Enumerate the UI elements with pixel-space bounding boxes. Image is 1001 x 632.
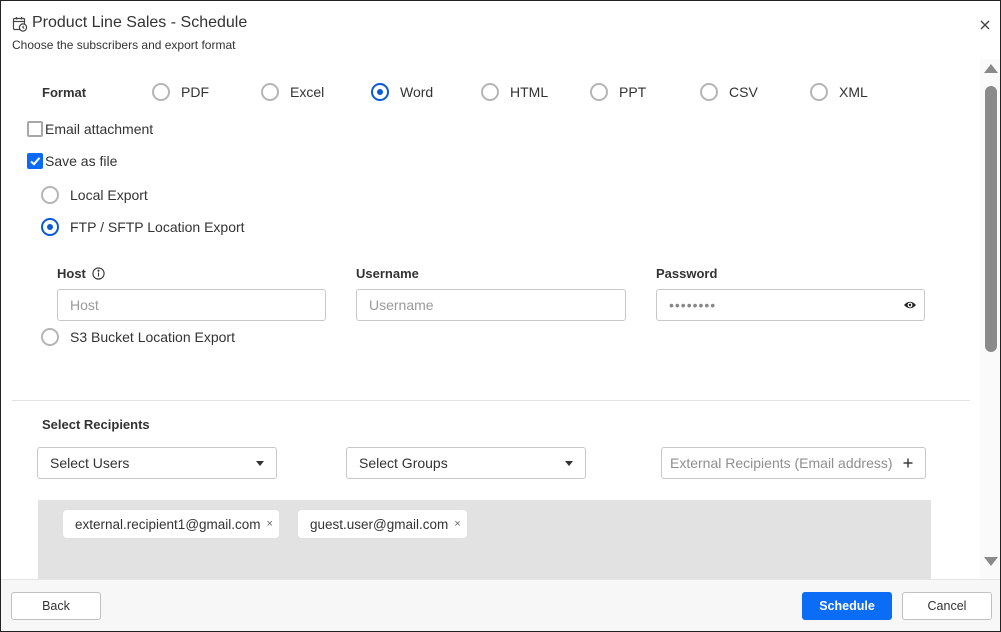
location-option-label: S3 Bucket Location Export [70, 329, 235, 345]
format-option-label: HTML [510, 84, 549, 100]
save-as-file-checkbox[interactable]: Save as file [27, 153, 117, 169]
plus-icon[interactable] [901, 456, 915, 470]
calendar-clock-icon [12, 16, 28, 32]
email-attachment-checkbox[interactable]: Email attachment [27, 121, 153, 137]
username-field[interactable] [356, 289, 626, 321]
external-recipients-field[interactable] [661, 447, 926, 479]
radio-circle[interactable] [41, 186, 59, 204]
radio-circle[interactable] [261, 83, 279, 101]
dialog-header: Product Line Sales - Schedule Choose the… [1, 1, 1000, 59]
format-radio-xml[interactable]: XML [810, 83, 868, 101]
format-option-label: PDF [181, 84, 209, 100]
checkbox-box-checked[interactable] [27, 153, 43, 169]
format-radio-html[interactable]: HTML [481, 83, 548, 101]
select-groups-dropdown[interactable]: Select Groups [346, 447, 586, 479]
radio-circle[interactable] [590, 83, 608, 101]
back-button[interactable]: Back [11, 592, 101, 620]
checkbox-label: Save as file [45, 153, 118, 169]
cancel-button[interactable]: Cancel [902, 592, 992, 620]
chevron-down-icon [256, 461, 264, 466]
schedule-dialog: Product Line Sales - Schedule Choose the… [0, 0, 1001, 632]
close-icon[interactable] [977, 17, 993, 33]
eye-icon[interactable] [903, 298, 917, 312]
radio-circle[interactable] [41, 328, 59, 346]
host-input[interactable] [70, 297, 325, 313]
format-option-label: PPT [619, 84, 647, 100]
format-radio-ppt[interactable]: PPT [590, 83, 646, 101]
format-option-label: Excel [290, 84, 325, 100]
username-input[interactable] [369, 297, 625, 313]
radio-circle-selected[interactable] [41, 218, 59, 236]
password-label: Password [656, 266, 718, 281]
chip-remove-icon[interactable]: × [267, 518, 273, 530]
select-users-dropdown[interactable]: Select Users [37, 447, 277, 479]
chip-email: external.recipient1@gmail.com [75, 516, 261, 532]
recipient-chip: external.recipient1@gmail.com × [63, 510, 279, 538]
dropdown-label: Select Users [50, 455, 130, 471]
dialog-subtitle: Choose the subscribers and export format [12, 38, 236, 52]
location-option-label: FTP / SFTP Location Export [70, 219, 245, 235]
scroll-down-arrow-icon[interactable] [984, 557, 998, 566]
format-option-label: XML [839, 84, 868, 100]
format-radio-word[interactable]: Word [371, 83, 433, 101]
radio-circle-selected[interactable] [371, 83, 389, 101]
scroll-up-arrow-icon[interactable] [984, 64, 998, 73]
vertical-scrollbar[interactable] [980, 59, 1000, 579]
dialog-title: Product Line Sales - Schedule [32, 14, 248, 31]
host-label: Host [57, 266, 105, 283]
section-divider [12, 400, 970, 401]
external-recipients-input[interactable] [670, 455, 900, 471]
recipient-chips-area: external.recipient1@gmail.com × guest.us… [38, 500, 931, 579]
info-icon[interactable] [91, 267, 105, 283]
radio-circle[interactable] [481, 83, 499, 101]
dialog-footer: Back Schedule Cancel [1, 579, 1000, 631]
format-radio-csv[interactable]: CSV [700, 83, 758, 101]
password-masked-value[interactable]: •••••••• [669, 297, 716, 313]
chevron-down-icon [565, 461, 573, 466]
chip-remove-icon[interactable]: × [454, 518, 460, 530]
scroll-thumb[interactable] [985, 86, 997, 352]
format-option-label: CSV [729, 84, 758, 100]
format-radio-excel[interactable]: Excel [261, 83, 324, 101]
host-field[interactable] [57, 289, 326, 321]
location-option-label: Local Export [70, 187, 148, 203]
username-label: Username [356, 266, 419, 281]
host-label-text: Host [57, 266, 86, 281]
format-option-label: Word [400, 84, 434, 100]
password-field[interactable]: •••••••• [656, 289, 925, 321]
schedule-button[interactable]: Schedule [802, 592, 892, 620]
radio-circle[interactable] [700, 83, 718, 101]
local-export-radio[interactable]: Local Export [41, 186, 148, 204]
dropdown-label: Select Groups [359, 455, 448, 471]
recipient-chip: guest.user@gmail.com × [298, 510, 467, 538]
format-radio-pdf[interactable]: PDF [152, 83, 209, 101]
format-label: Format [42, 85, 87, 100]
ftp-export-radio[interactable]: FTP / SFTP Location Export [41, 218, 245, 236]
chip-email: guest.user@gmail.com [310, 516, 449, 532]
dialog-content: Format PDF Excel Word HTML PPT CSV XML E… [1, 59, 981, 579]
checkbox-label: Email attachment [45, 121, 154, 137]
s3-export-radio[interactable]: S3 Bucket Location Export [41, 328, 235, 346]
radio-circle[interactable] [810, 83, 828, 101]
checkbox-box[interactable] [27, 121, 43, 137]
select-recipients-label: Select Recipients [42, 417, 150, 432]
radio-circle[interactable] [152, 83, 170, 101]
